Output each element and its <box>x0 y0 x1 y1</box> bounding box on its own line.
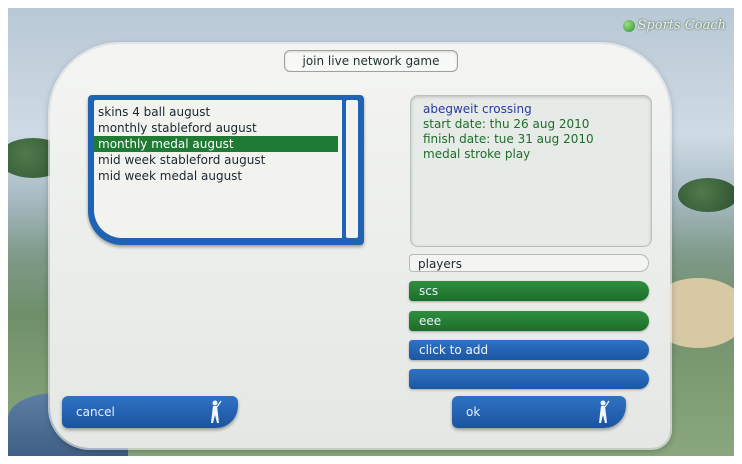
game-list-item[interactable]: monthly stableford august <box>98 120 257 136</box>
start-date: start date: thu 26 aug 2010 <box>423 117 590 131</box>
golfer-icon <box>599 400 610 423</box>
add-player-slot[interactable]: click to add <box>409 340 649 360</box>
ok-label: ok <box>466 405 481 419</box>
tree <box>678 178 734 212</box>
cancel-label: cancel <box>76 405 115 419</box>
golf-ball-icon <box>622 19 635 32</box>
dialog-title: join live network game <box>284 50 458 72</box>
game-list: skins 4 ball august monthly stableford a… <box>88 95 364 245</box>
players-label: players <box>409 254 649 272</box>
player-slot-1[interactable]: scs <box>409 281 649 301</box>
game-details-panel: abegweit crossing start date: thu 26 aug… <box>410 95 652 247</box>
game-list-item[interactable]: mid week medal august <box>98 168 242 184</box>
game-list-item[interactable]: skins 4 ball august <box>98 104 210 120</box>
finish-date: finish date: tue 31 aug 2010 <box>423 132 594 146</box>
brand-logo: Sports Coach <box>622 18 726 33</box>
golfer-icon <box>211 400 222 423</box>
player-slot-4[interactable] <box>409 369 649 389</box>
brand-text: Sports Coach <box>637 18 726 33</box>
game-list-scrollbar[interactable] <box>346 100 358 238</box>
game-format: medal stroke play <box>423 147 531 161</box>
game-list-item-selected[interactable]: monthly medal august <box>94 136 338 152</box>
player-slot-2[interactable]: eee <box>409 311 649 331</box>
cancel-button[interactable]: cancel <box>62 396 238 428</box>
game-list-item[interactable]: mid week stableford august <box>98 152 265 168</box>
course-name: abegweit crossing <box>423 102 532 116</box>
ok-button[interactable]: ok <box>452 396 626 428</box>
